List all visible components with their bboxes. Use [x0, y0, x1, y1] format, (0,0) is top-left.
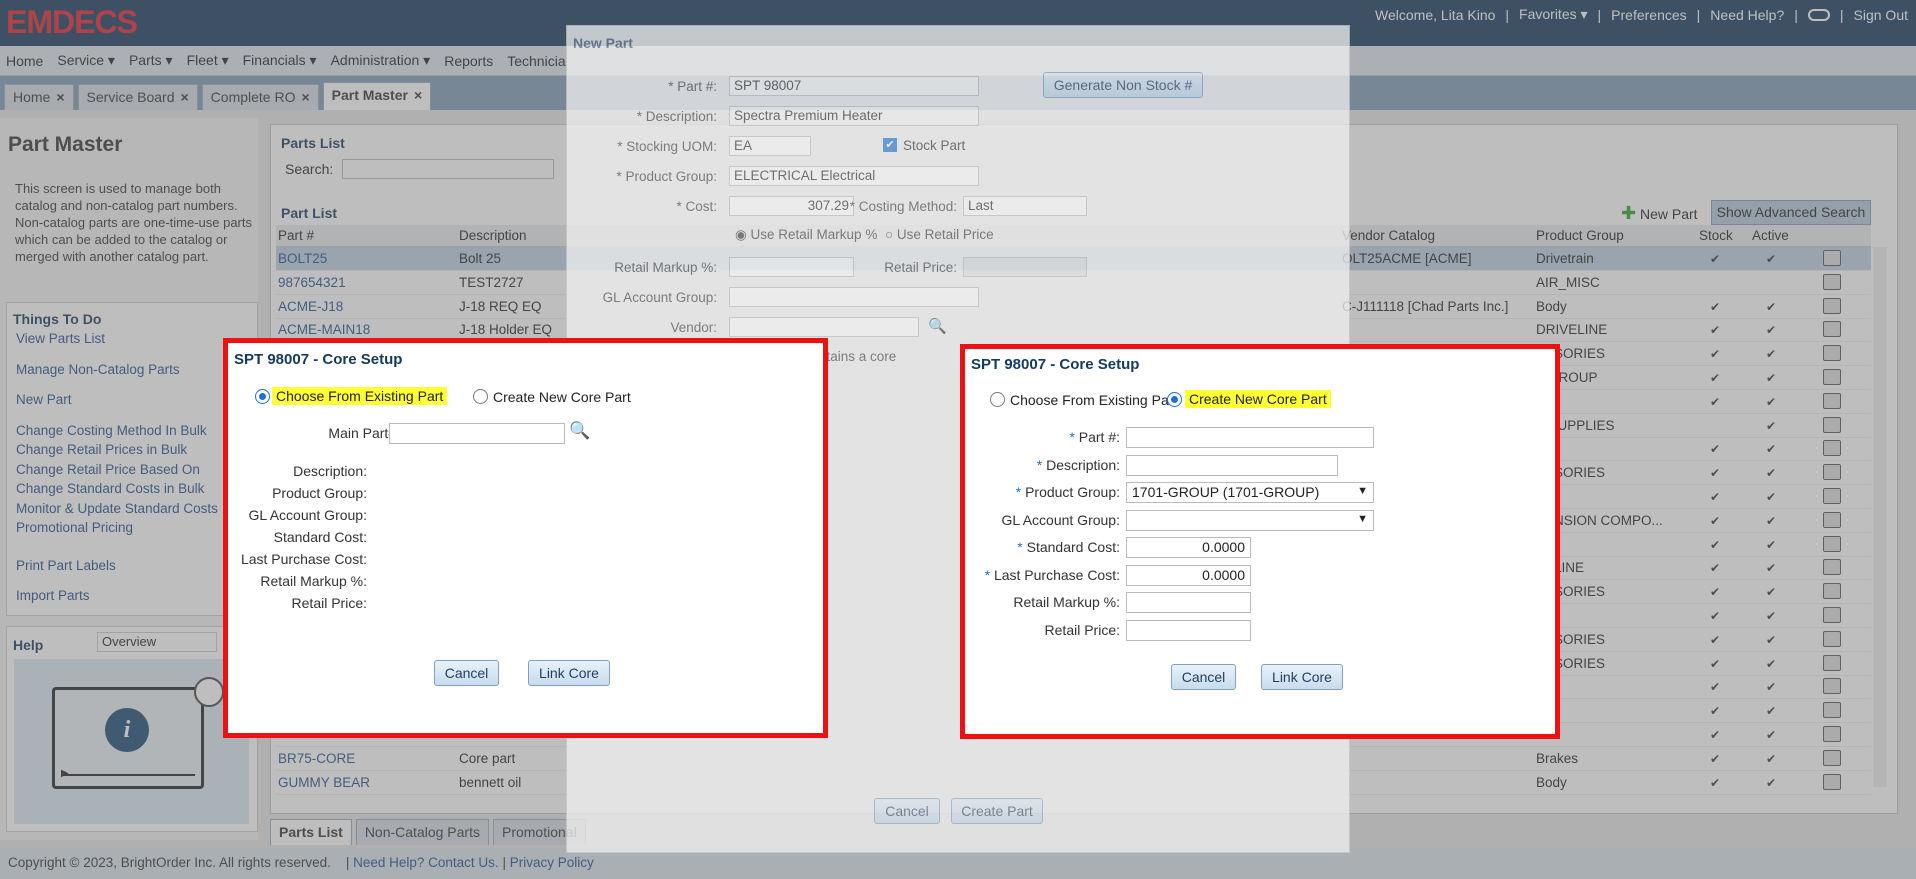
np-stock-label: Stock Part — [903, 138, 966, 153]
part-no-label: * Part #: — [1069, 429, 1120, 445]
np-pg-select[interactable]: ELECTRICAL Electrical — [729, 166, 979, 186]
link-core-button[interactable]: Link Core — [528, 660, 610, 686]
core-setup-dialog-existing: SPT 98007 - Core Setup Choose From Exist… — [223, 338, 828, 738]
np-uom-label: * Stocking UOM: — [617, 139, 717, 154]
np-costing-label: * Costing Method: — [849, 199, 957, 214]
np-costing-select[interactable]: Last — [963, 196, 1087, 216]
product-group-select[interactable]: 1701-GROUP (1701-GROUP) ▼ — [1126, 482, 1374, 503]
product-group-label: Product Group: — [272, 485, 367, 501]
np-use-markup-radio[interactable]: ◉ Use Retail Markup % — [735, 227, 877, 243]
np-uom-select[interactable]: EA — [729, 136, 811, 156]
main-part-label: Main Part#: — [328, 425, 400, 441]
radio-create-new[interactable] — [1167, 392, 1182, 407]
radio-choose-existing[interactable] — [255, 389, 270, 404]
np-vendor-label: Vendor: — [670, 320, 717, 335]
retail-price-input[interactable] — [1126, 620, 1251, 641]
dialog-title: SPT 98007 - Core Setup — [971, 356, 1140, 373]
part-no-input[interactable] — [1126, 427, 1374, 448]
core-setup-dialog-new: SPT 98007 - Core Setup Choose From Exist… — [960, 344, 1560, 739]
last-purchase-cost-input[interactable]: 0.0000 — [1126, 565, 1251, 586]
np-part-input[interactable]: SPT 98007 — [729, 76, 979, 96]
main-part-search-icon[interactable]: 🔍 — [569, 421, 590, 441]
np-gl-label: GL Account Group: — [602, 290, 717, 305]
new-part-title: New Part — [573, 35, 633, 51]
chevron-down-icon: ▼ — [1357, 485, 1368, 497]
np-cancel-button[interactable]: Cancel — [874, 798, 940, 824]
retail-markup-label: Retail Markup %: — [260, 573, 367, 589]
product-group-label: * Product Group: — [1015, 484, 1120, 500]
np-contains-core: ntains a core — [819, 349, 897, 364]
standard-cost-label: Standard Cost: — [273, 529, 367, 545]
np-vendor-search-icon[interactable]: 🔍 — [928, 317, 947, 335]
cancel-button[interactable]: Cancel — [434, 660, 499, 686]
np-cost-label: * Cost: — [676, 199, 717, 214]
np-vendor-input[interactable] — [729, 317, 919, 337]
description-label: Description: — [293, 463, 367, 479]
cancel-button[interactable]: Cancel — [1171, 664, 1236, 690]
np-retail-input[interactable] — [963, 257, 1087, 277]
standard-cost-input[interactable]: 0.0000 — [1126, 537, 1251, 558]
last-purchase-cost-label: * Last Purchase Cost: — [984, 567, 1120, 583]
np-stock-checkbox[interactable]: ✔ — [883, 138, 897, 152]
dialog-title: SPT 98007 - Core Setup — [234, 351, 403, 368]
link-core-button[interactable]: Link Core — [1261, 664, 1343, 690]
last-purchase-cost-label: Last Purchase Cost: — [240, 551, 367, 567]
np-desc-input[interactable]: Spectra Premium Heater — [729, 106, 979, 126]
np-part-label: * Part #: — [668, 79, 717, 94]
retail-price-label: Retail Price: — [1044, 622, 1120, 638]
radio-create-new-label: Create New Core Part — [1185, 390, 1331, 408]
generate-non-stock-button[interactable]: Generate Non Stock # — [1043, 72, 1203, 98]
np-desc-label: * Description: — [636, 109, 717, 124]
chevron-down-icon: ▼ — [1357, 513, 1368, 525]
radio-create-new-label: Create New Core Part — [493, 389, 631, 405]
retail-markup-input[interactable] — [1126, 592, 1251, 613]
gl-account-group-select[interactable]: ▼ — [1126, 510, 1374, 531]
np-use-price-radio[interactable]: ○ Use Retail Price — [885, 227, 994, 242]
gl-account-group-label: GL Account Group: — [248, 507, 367, 523]
radio-choose-existing-label: Choose From Existing Part — [272, 387, 448, 405]
standard-cost-label: * Standard Cost: — [1017, 539, 1120, 555]
np-retail-label: Retail Price: — [884, 260, 957, 275]
np-pg-label: * Product Group: — [616, 169, 717, 184]
radio-choose-existing[interactable] — [990, 392, 1005, 407]
gl-account-group-label: GL Account Group: — [1001, 512, 1120, 528]
main-part-input[interactable] — [389, 423, 565, 444]
np-markup-label: Retail Markup %: — [614, 260, 717, 275]
np-gl-select[interactable] — [729, 287, 979, 307]
radio-choose-existing-label: Choose From Existing Part — [1010, 392, 1178, 408]
description-label: * Description: — [1036, 457, 1120, 473]
retail-price-label: Retail Price: — [291, 595, 367, 611]
description-input[interactable] — [1126, 455, 1338, 476]
np-create-part-button[interactable]: Create Part — [951, 798, 1043, 824]
retail-markup-label: Retail Markup %: — [1013, 594, 1120, 610]
radio-create-new[interactable] — [473, 389, 488, 404]
